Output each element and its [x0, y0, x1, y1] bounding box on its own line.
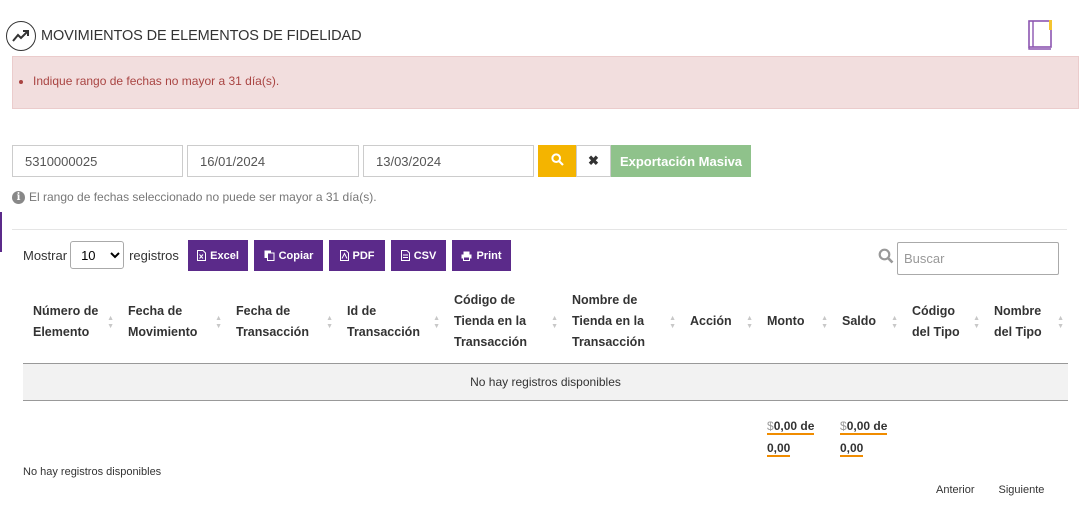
sort-icon: ▲ ▼ — [215, 314, 222, 330]
search-input[interactable] — [897, 242, 1059, 275]
copy-icon — [264, 250, 275, 261]
column-header-label: Fecha de Movimiento — [128, 303, 198, 339]
search-button[interactable] — [538, 145, 576, 177]
copy-button[interactable]: Copiar — [254, 240, 323, 271]
divider — [12, 229, 1067, 230]
column-header-label: Nombre de Tienda en la Transacción — [572, 293, 645, 349]
page-size-select[interactable]: 10 — [70, 241, 125, 269]
column-header[interactable]: Saldo ▲ ▼ — [832, 282, 902, 364]
column-header-label: Monto — [767, 314, 805, 328]
excel-icon — [197, 250, 207, 261]
currency-symbol: $ — [767, 419, 774, 433]
column-header-label: Nombre del Tipo — [994, 303, 1042, 339]
pagination: Anterior Siguiente — [930, 484, 1050, 496]
page-header: MOVIMIENTOS DE ELEMENTOS DE FIDELIDAD — [6, 20, 362, 52]
bulk-export-button[interactable]: Exportación Masiva — [611, 145, 751, 177]
movements-table: Número de Elemento ▲ ▼ Fecha de Movimiento… — [23, 282, 1068, 401]
excel-button[interactable]: Excel — [188, 240, 248, 271]
search-icon — [550, 153, 564, 169]
trending-chart-icon — [6, 21, 36, 51]
csv-button[interactable]: CSV — [391, 240, 446, 271]
column-header-label: Id de Transacción — [347, 303, 420, 339]
search-icon — [878, 248, 894, 269]
csv-icon — [400, 250, 410, 261]
pdf-button[interactable]: PDF — [329, 240, 385, 271]
table-header-row: Número de Elemento ▲ ▼ Fecha de Movimiento… — [23, 282, 1068, 364]
page-title: MOVIMIENTOS DE ELEMENTOS DE FIDELIDAD — [41, 28, 362, 44]
column-header-label: Fecha de Transacción — [236, 303, 309, 339]
sort-icon: ▲ ▼ — [669, 314, 676, 330]
sort-icon: ▲ ▼ — [107, 314, 114, 330]
column-header[interactable]: Monto ▲ ▼ — [757, 282, 832, 364]
hint-text: El rango de fechas seleccionado no puede… — [29, 190, 377, 204]
filter-bar: ✖ Exportación Masiva — [12, 145, 751, 177]
sort-icon: ▲ ▼ — [433, 314, 440, 330]
table-search — [878, 242, 1059, 275]
sort-icon: ▲ ▼ — [746, 314, 753, 330]
column-header-label: Acción — [690, 314, 732, 328]
sort-icon: ▲ ▼ — [1057, 314, 1064, 330]
saldo-total-value: 0,00 de 0,00 — [840, 419, 888, 455]
column-header[interactable]: Número de Elemento ▲ ▼ — [23, 282, 118, 364]
previous-page-button[interactable]: Anterior — [930, 484, 981, 496]
clear-button[interactable]: ✖ — [576, 145, 611, 177]
table-row: No hay registros disponibles — [23, 363, 1068, 401]
column-header[interactable]: Código del Tipo ▲ ▼ — [902, 282, 984, 364]
sort-icon: ▲ ▼ — [891, 314, 898, 330]
show-label: Mostrar — [23, 247, 68, 263]
sort-icon: ▲ ▼ — [551, 314, 558, 330]
column-header[interactable]: Código de Tienda en la Transacción ▲ ▼ — [444, 282, 562, 364]
column-header-label: Código de Tienda en la Transacción — [454, 293, 527, 349]
alert-message: Indique rango de fechas no mayor a 31 dí… — [33, 74, 1078, 88]
print-label: Print — [476, 249, 502, 262]
column-header[interactable]: Id de Transacción ▲ ▼ — [337, 282, 444, 364]
pdf-icon — [339, 250, 349, 261]
print-button[interactable]: Print — [452, 240, 511, 271]
monto-total: $0,00 de 0,00 — [767, 415, 825, 459]
error-alert: Indique rango de fechas no mayor a 31 dí… — [12, 56, 1079, 109]
book-icon[interactable] — [1026, 19, 1056, 51]
left-active-marker — [0, 212, 2, 252]
column-header[interactable]: Acción ▲ ▼ — [680, 282, 757, 364]
currency-symbol: $ — [840, 419, 847, 433]
column-header[interactable]: Fecha de Transacción ▲ ▼ — [226, 282, 337, 364]
next-page-button[interactable]: Siguiente — [993, 484, 1051, 496]
sort-icon: ▲ ▼ — [821, 314, 828, 330]
date-range-hint: i El rango de fechas seleccionado no pue… — [12, 190, 377, 204]
column-header-label: Número de Elemento — [33, 303, 99, 339]
print-icon — [461, 251, 472, 261]
csv-label: CSV — [413, 249, 437, 262]
saldo-total: $0,00 de 0,00 — [840, 415, 898, 459]
table-info: No hay registros disponibles — [23, 466, 162, 478]
export-buttons: Excel Copiar PDF CSV Print — [188, 240, 517, 271]
page-length-control: Mostrar 10 registros — [23, 240, 179, 270]
monto-total-value: 0,00 de 0,00 — [767, 419, 815, 455]
column-header[interactable]: Fecha de Movimiento ▲ ▼ — [118, 282, 226, 364]
copy-label: Copiar — [278, 249, 314, 262]
column-header[interactable]: Nombre de Tienda en la Transacción ▲ ▼ — [562, 282, 680, 364]
pdf-label: PDF — [352, 249, 375, 262]
date-to-input[interactable] — [363, 145, 534, 177]
info-icon: i — [12, 190, 25, 204]
excel-label: Excel — [210, 249, 239, 262]
column-header-label: Saldo — [842, 314, 877, 328]
records-label: registros — [129, 247, 179, 263]
column-header[interactable]: Nombre del Tipo ▲ ▼ — [984, 282, 1068, 364]
empty-table-message: No hay registros disponibles — [23, 363, 1068, 401]
element-number-input[interactable] — [12, 145, 183, 177]
column-header-label: Código del Tipo — [912, 303, 960, 339]
close-icon: ✖ — [588, 153, 599, 168]
sort-icon: ▲ ▼ — [973, 314, 980, 330]
date-from-input[interactable] — [187, 145, 359, 177]
sort-icon: ▲ ▼ — [326, 314, 333, 330]
